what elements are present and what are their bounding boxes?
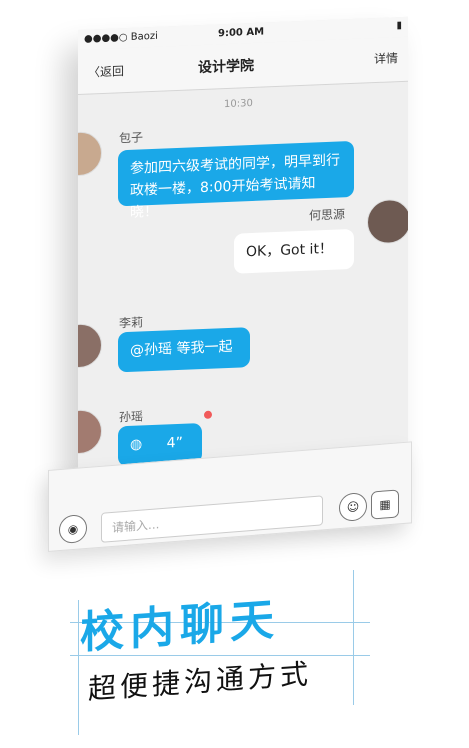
headline-title: 校内聊天 [80,594,280,659]
back-button[interactable]: 〈返回 [88,62,124,80]
message-bubble[interactable]: OK，Got it！ [234,228,354,274]
sender-name: 何思源 [309,207,346,223]
message-bubble[interactable]: @孙瑶 等我一起 [118,327,250,373]
avatar-lili[interactable] [78,323,102,369]
sender-name: 孙瑶 [119,409,144,425]
message-input[interactable]: 请输入... [101,495,323,543]
message-timestamp: 10:30 [224,97,253,111]
avatar-sunyao[interactable] [78,409,102,455]
chat-title: 设计学院 [198,57,254,77]
keyboard-icon[interactable]: ▦ [371,489,399,520]
avatar-baozi[interactable] [78,131,102,177]
carrier-label: ●●●●○ Baozi [84,30,158,45]
guide-line [353,570,354,705]
sender-name: 包子 [119,130,144,146]
headline-subtitle: 超便捷沟通方式 [88,657,313,706]
unread-dot [204,410,212,419]
guide-line [78,600,79,735]
details-button[interactable]: 详情 [374,49,398,67]
sender-name: 李莉 [119,315,144,331]
voice-duration: 4” [166,434,183,452]
phone-screen: ●●●●○ Baozi 9:00 AM ▮ 〈返回 设计学院 详情 10:30 … [78,16,408,511]
voice-wave-icon: ◍ [130,436,143,453]
battery-icon: ▮ [396,19,402,32]
message-bubble[interactable]: 参加四六级考试的同学，明早到行政楼一楼，8:00开始考试请知晓！ [118,140,354,221]
status-time: 9:00 AM [218,26,265,40]
voice-input-button[interactable]: ◉ [59,513,87,545]
emoji-icon[interactable]: ☺ [339,491,367,523]
avatar-hesiyuan[interactable] [367,198,408,245]
